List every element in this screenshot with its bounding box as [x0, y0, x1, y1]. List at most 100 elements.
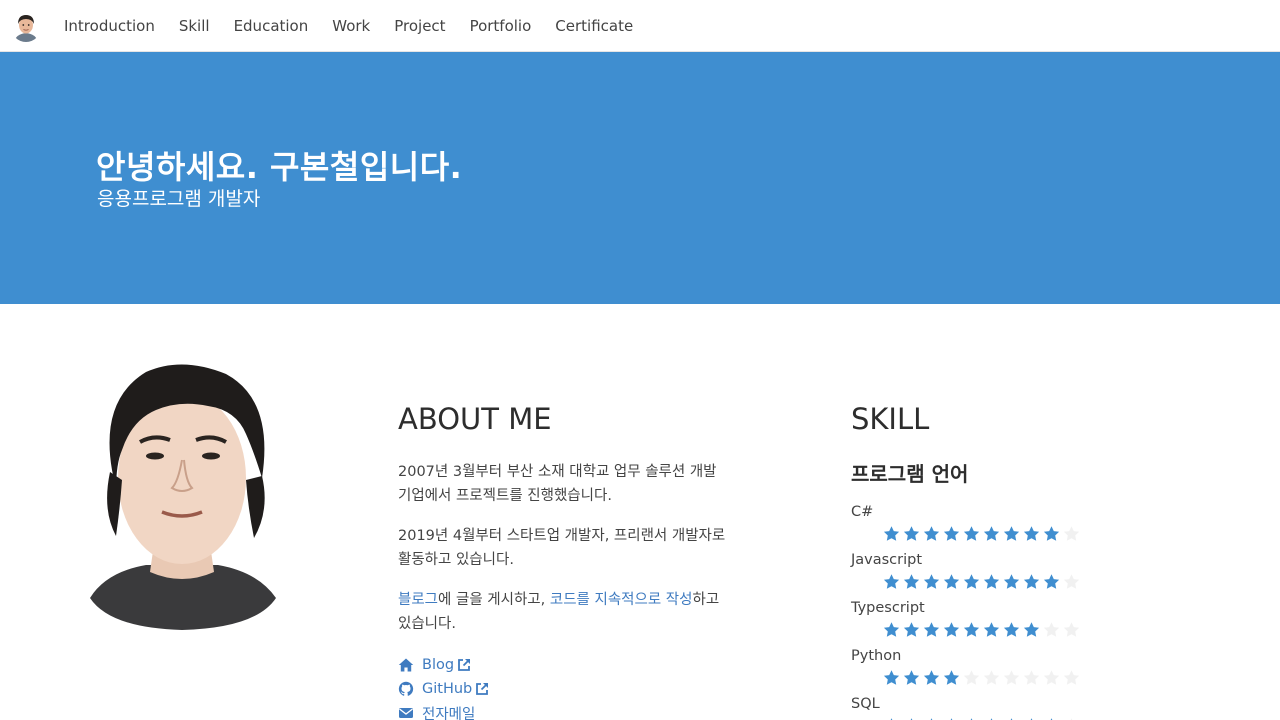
skill-name: Javascript	[851, 552, 923, 568]
nav-item-education[interactable]: Education	[234, 17, 309, 35]
hero-title: 안녕하세요. 구본철입니다.	[96, 148, 463, 186]
envelope-icon	[399, 708, 413, 718]
star-filled-icon	[943, 621, 960, 637]
profile-photo	[86, 360, 278, 632]
star-filled-icon	[930, 717, 933, 720]
skill-item-javascript: Javascript	[851, 550, 1083, 598]
star-filled-icon	[903, 525, 920, 541]
star-empty-icon	[1063, 525, 1080, 541]
star-filled-icon	[1023, 621, 1040, 637]
star-empty-icon	[1003, 669, 1020, 685]
nav-item-portfolio[interactable]: Portfolio	[470, 17, 532, 35]
skill-heading: SKILL	[851, 402, 930, 436]
blog-link[interactable]: Blog	[398, 653, 489, 677]
skill-list: C# Javascript Typescript Python SQL	[851, 502, 1083, 720]
skill-rating	[883, 714, 1083, 720]
star-filled-icon	[903, 573, 920, 589]
nav-item-skill[interactable]: Skill	[179, 17, 210, 35]
star-empty-icon	[1043, 621, 1060, 637]
star-filled-icon	[923, 573, 940, 589]
star-empty-icon	[1070, 717, 1073, 720]
star-filled-icon	[983, 573, 1000, 589]
blog-inline-link[interactable]: 블로그	[398, 592, 438, 608]
email-link[interactable]: 전자메일	[398, 701, 489, 720]
star-filled-icon	[883, 573, 900, 589]
skill-name: SQL	[851, 696, 880, 712]
star-filled-icon	[883, 669, 900, 685]
skill-item-typescript: Typescript	[851, 598, 1083, 646]
star-filled-icon	[1003, 573, 1020, 589]
star-filled-icon	[970, 717, 973, 720]
nav-avatar[interactable]	[11, 12, 41, 42]
star-filled-icon	[1023, 573, 1040, 589]
star-filled-icon	[990, 717, 993, 720]
star-filled-icon	[950, 717, 953, 720]
star-empty-icon	[963, 669, 980, 685]
nav-item-work[interactable]: Work	[332, 17, 370, 35]
skill-item-python: Python	[851, 646, 1083, 694]
star-empty-icon	[983, 669, 1000, 685]
star-filled-icon	[983, 525, 1000, 541]
star-filled-icon	[910, 717, 913, 720]
github-link[interactable]: GitHub	[398, 677, 489, 701]
skill-name: C#	[851, 504, 874, 520]
star-empty-icon	[1063, 621, 1080, 637]
star-filled-icon	[1003, 525, 1020, 541]
star-filled-icon	[963, 621, 980, 637]
skill-category-title: 프로그램 언어	[851, 462, 969, 486]
star-filled-icon	[1010, 717, 1013, 720]
top-navbar: Introduction Skill Education Work Projec…	[0, 0, 1280, 52]
star-empty-icon	[1063, 669, 1080, 685]
star-filled-icon	[943, 669, 960, 685]
star-filled-icon	[903, 669, 920, 685]
star-filled-icon	[983, 621, 1000, 637]
star-filled-icon	[883, 621, 900, 637]
hero-subtitle: 응용프로그램 개발자	[97, 188, 261, 210]
nav-item-certificate[interactable]: Certificate	[555, 17, 633, 35]
about-paragraph-career: 2007년 3월부터 부산 소재 대학교 업무 솔루션 개발 기업에서 프로젝트…	[398, 464, 717, 504]
star-filled-icon	[883, 525, 900, 541]
github-link-label: GitHub	[422, 681, 473, 697]
star-filled-icon	[1043, 573, 1060, 589]
star-filled-icon	[923, 669, 940, 685]
star-filled-icon	[943, 573, 960, 589]
skill-name: Python	[851, 648, 902, 664]
github-icon	[398, 681, 414, 696]
nav-item-project[interactable]: Project	[394, 17, 445, 35]
external-link-icon	[458, 658, 471, 671]
star-filled-icon	[923, 621, 940, 637]
star-filled-icon	[1003, 621, 1020, 637]
star-filled-icon	[1023, 525, 1040, 541]
about-paragraph-text: 에 글을 게시하고,	[438, 592, 550, 608]
about-paragraph-blog: 블로그에 글을 게시하고, 코드를 지속적으로 작성하고 있습니다.	[398, 588, 730, 636]
star-filled-icon	[923, 525, 940, 541]
skill-rating	[883, 618, 1083, 640]
star-filled-icon	[1030, 717, 1033, 720]
nav-links: Introduction Skill Education Work Projec…	[64, 0, 657, 52]
skill-rating	[883, 522, 1083, 544]
star-empty-icon	[1043, 669, 1060, 685]
star-filled-icon	[963, 525, 980, 541]
star-empty-icon	[1063, 573, 1080, 589]
blog-link-label: Blog	[422, 657, 455, 673]
star-filled-icon	[890, 717, 893, 720]
about-paragraph-freelance: 2019년 4월부터 스타트업 개발자, 프리랜서 개발자로 활동하고 있습니다…	[398, 528, 726, 568]
skill-item-csharp: C#	[851, 502, 1083, 550]
star-filled-icon	[1050, 717, 1053, 720]
code-inline-link[interactable]: 코드를 지속적으로 작성	[550, 592, 693, 608]
star-filled-icon	[1043, 525, 1060, 541]
skill-rating	[883, 666, 1083, 688]
skill-item-sql: SQL	[851, 694, 1083, 720]
star-filled-icon	[903, 621, 920, 637]
skill-name: Typescript	[851, 600, 925, 616]
about-links: Blog GitHub 전자메일	[398, 653, 489, 720]
hero-banner: 안녕하세요. 구본철입니다. 응용프로그램 개발자	[0, 52, 1280, 304]
home-icon	[398, 658, 414, 672]
external-link-icon	[476, 682, 489, 695]
star-filled-icon	[943, 525, 960, 541]
about-heading: ABOUT ME	[398, 402, 552, 436]
skill-rating	[883, 570, 1083, 592]
nav-item-introduction[interactable]: Introduction	[64, 17, 155, 35]
star-filled-icon	[963, 573, 980, 589]
email-link-label: 전자메일	[422, 706, 476, 720]
